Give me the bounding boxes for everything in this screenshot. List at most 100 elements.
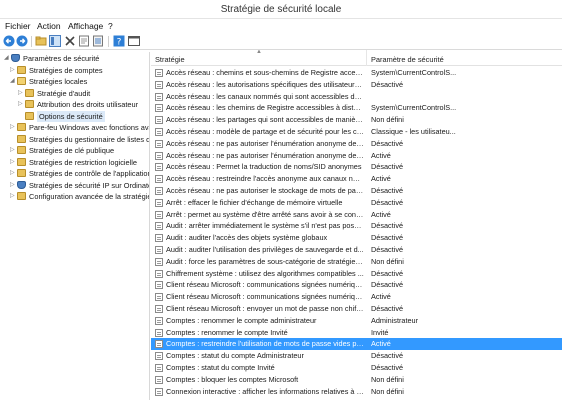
policy-row[interactable]: Accès réseau : Permet la traduction de n… <box>151 161 562 173</box>
console-icon[interactable] <box>128 35 140 47</box>
expand-toggle-icon[interactable]: ▷ <box>10 122 16 133</box>
policy-row[interactable]: Arrêt : permet au système d'être arrêté … <box>151 209 562 221</box>
policy-name: Accès réseau : modèle de partage et de s… <box>166 127 364 136</box>
policy-name: Accès réseau : les chemins de Registre a… <box>166 103 364 113</box>
column-header-policy[interactable]: Stratégie <box>155 55 185 64</box>
tree-node-label: Stratégies de comptes <box>29 65 103 75</box>
policy-row[interactable]: Chiffrement système : utilisez des algor… <box>151 268 562 280</box>
policy-icon <box>155 198 163 207</box>
sort-arrow-icon: ▲ <box>256 50 262 55</box>
delete-icon[interactable] <box>64 35 76 47</box>
policy-row[interactable]: Comptes : restreindre l'utilisation de m… <box>151 338 562 351</box>
policy-row[interactable]: Audit : auditer l'accès des objets systè… <box>151 232 562 244</box>
policy-name: Accès réseau : ne pas autoriser le stock… <box>166 186 364 195</box>
policy-setting: Activé <box>371 209 391 219</box>
up-folder-icon[interactable] <box>35 35 47 47</box>
policy-row[interactable]: Audit : force les paramètres de sous-cat… <box>151 256 562 268</box>
policy-name: Accès réseau : Permet la traduction de n… <box>166 162 362 172</box>
column-header-setting[interactable]: Paramètre de sécurité <box>371 55 444 64</box>
policy-setting: Désactivé <box>371 304 404 313</box>
column-divider[interactable] <box>366 50 367 66</box>
expand-toggle-icon[interactable]: ▷ <box>10 145 16 156</box>
folder-icon <box>17 192 26 200</box>
tree-node[interactable]: ▷ Configuration avancée de la stratégie <box>10 191 149 202</box>
tree-node[interactable]: ▷ Attribution des droits utilisateur <box>18 99 149 110</box>
menu-action[interactable]: Action <box>37 21 61 31</box>
tree-node[interactable]: ▷ Pare-feu Windows avec fonctions ava <box>10 122 149 133</box>
help-icon[interactable]: ? <box>113 35 125 47</box>
policy-icon <box>155 234 163 243</box>
tree-node[interactable]: Options de sécurité <box>18 110 149 122</box>
policy-row[interactable]: Accès réseau : ne pas autoriser l'énumér… <box>151 150 562 162</box>
menu-affichage[interactable]: Affichage <box>68 21 103 31</box>
policy-row[interactable]: Client réseau Microsoft : communications… <box>151 291 562 303</box>
tree-node[interactable]: ◢ Stratégies locales <box>10 76 149 87</box>
policy-icon <box>155 128 163 136</box>
policy-row[interactable]: Accès réseau : les partages qui sont acc… <box>151 114 562 126</box>
policy-row[interactable]: Accès réseau : restreindre l'accès anony… <box>151 173 562 185</box>
expand-toggle-icon[interactable]: ▷ <box>10 180 16 191</box>
export-list-icon[interactable] <box>92 35 104 47</box>
folder-icon <box>25 111 34 120</box>
policy-row[interactable]: Accès réseau : ne pas autoriser le stock… <box>151 185 562 197</box>
tree-node[interactable]: ◢ Paramètres de sécurité <box>4 53 149 64</box>
policy-row[interactable]: Comptes : statut du compte Administrateu… <box>151 350 562 362</box>
expand-toggle-icon[interactable]: ▷ <box>10 168 16 179</box>
policy-row[interactable]: Accès réseau : les canaux nommés qui son… <box>151 91 562 103</box>
policy-row[interactable]: Accès réseau : chemins et sous-chemins d… <box>151 67 562 79</box>
policy-row[interactable]: Client réseau Microsoft : communications… <box>151 279 562 291</box>
policy-setting: Invité <box>371 327 389 337</box>
tree-node-label: Stratégies du gestionnaire de listes de <box>29 134 150 144</box>
tree-node[interactable]: ▷ Stratégies de comptes <box>10 65 149 76</box>
menu-fichier[interactable]: Fichier <box>5 21 31 31</box>
policy-setting: Classique - les utilisateu... <box>371 127 456 136</box>
policy-row[interactable]: Comptes : renommer le compte Invité Invit… <box>151 327 562 339</box>
policy-row[interactable]: Accès réseau : les chemins de Registre a… <box>151 102 562 114</box>
expand-toggle-icon[interactable]: ◢ <box>4 53 10 64</box>
policy-row[interactable]: Accès réseau : les autorisations spécifi… <box>151 79 562 91</box>
policy-icon <box>155 364 163 372</box>
tree-node[interactable]: ▷ Stratégies de restriction logicielle <box>10 157 149 168</box>
policy-name: Arrêt : effacer le fichier d'échange de … <box>166 197 343 207</box>
policy-row[interactable]: Connexion interactive : afficher les inf… <box>151 386 562 398</box>
policy-setting: Désactivé <box>371 280 404 290</box>
policy-row[interactable]: Comptes : bloquer les comptes Microsoft N… <box>151 374 562 386</box>
policy-setting: Désactivé <box>371 186 404 195</box>
policy-row[interactable]: Audit : auditer l'utilisation des privil… <box>151 244 562 256</box>
folder-icon <box>17 157 26 166</box>
tree-node[interactable]: ▷ Stratégies de contrôle de l'application <box>10 168 149 179</box>
policy-name: Comptes : restreindre l'utilisation de m… <box>166 339 364 349</box>
tree-node[interactable]: ▷ Stratégies de sécurité IP sur Ordinatet <box>10 180 149 191</box>
policy-row[interactable]: Arrêt : effacer le fichier d'échange de … <box>151 197 562 209</box>
policy-row[interactable]: Comptes : statut du compte Invité Désacti… <box>151 362 562 374</box>
menu-bar: Fichier Action Affichage ? <box>0 19 562 33</box>
tree-node[interactable]: Stratégies du gestionnaire de listes de <box>10 134 150 145</box>
policy-row[interactable]: Client réseau Microsoft : envoyer un mot… <box>151 303 562 315</box>
tree-node[interactable]: ▷ Stratégies de clé publique <box>10 145 149 156</box>
policy-setting: System\CurrentControlS... <box>371 103 457 113</box>
menu-help[interactable]: ? <box>108 21 113 31</box>
policy-name: Accès réseau : les partages qui sont acc… <box>166 115 364 125</box>
tree-node-label: Options de sécurité <box>37 110 105 122</box>
back-icon[interactable] <box>3 35 15 47</box>
policy-icon <box>155 246 163 254</box>
expand-toggle-icon[interactable]: ▷ <box>10 65 16 76</box>
forward-icon[interactable] <box>16 35 28 47</box>
policy-name: Accès réseau : les autorisations spécifi… <box>166 79 364 89</box>
policy-row[interactable]: Accès réseau : modèle de partage et de s… <box>151 126 562 138</box>
policy-icon <box>155 257 163 266</box>
expand-toggle-icon[interactable]: ▷ <box>18 99 24 110</box>
tree-node-label: Stratégies de clé publique <box>29 146 115 155</box>
expand-toggle-icon[interactable]: ▷ <box>18 88 24 99</box>
tree-node[interactable]: ▷ Stratégie d'audit <box>18 88 149 99</box>
tree-node-label: Attribution des droits utilisateur <box>37 100 139 109</box>
properties-icon[interactable] <box>78 35 90 47</box>
expand-toggle-icon[interactable]: ▷ <box>10 191 16 202</box>
policy-row[interactable]: Accès réseau : ne pas autoriser l'énumér… <box>151 138 562 150</box>
expand-toggle-icon[interactable]: ▷ <box>10 157 16 168</box>
show-hide-tree-icon[interactable] <box>49 35 61 47</box>
policy-row[interactable]: Audit : arrêter immédiatement le système… <box>151 220 562 232</box>
policy-row[interactable]: Comptes : renommer le compte administrat… <box>151 315 562 327</box>
expand-toggle-icon[interactable]: ◢ <box>10 76 16 87</box>
policy-name: Connexion interactive : afficher les inf… <box>166 386 364 396</box>
